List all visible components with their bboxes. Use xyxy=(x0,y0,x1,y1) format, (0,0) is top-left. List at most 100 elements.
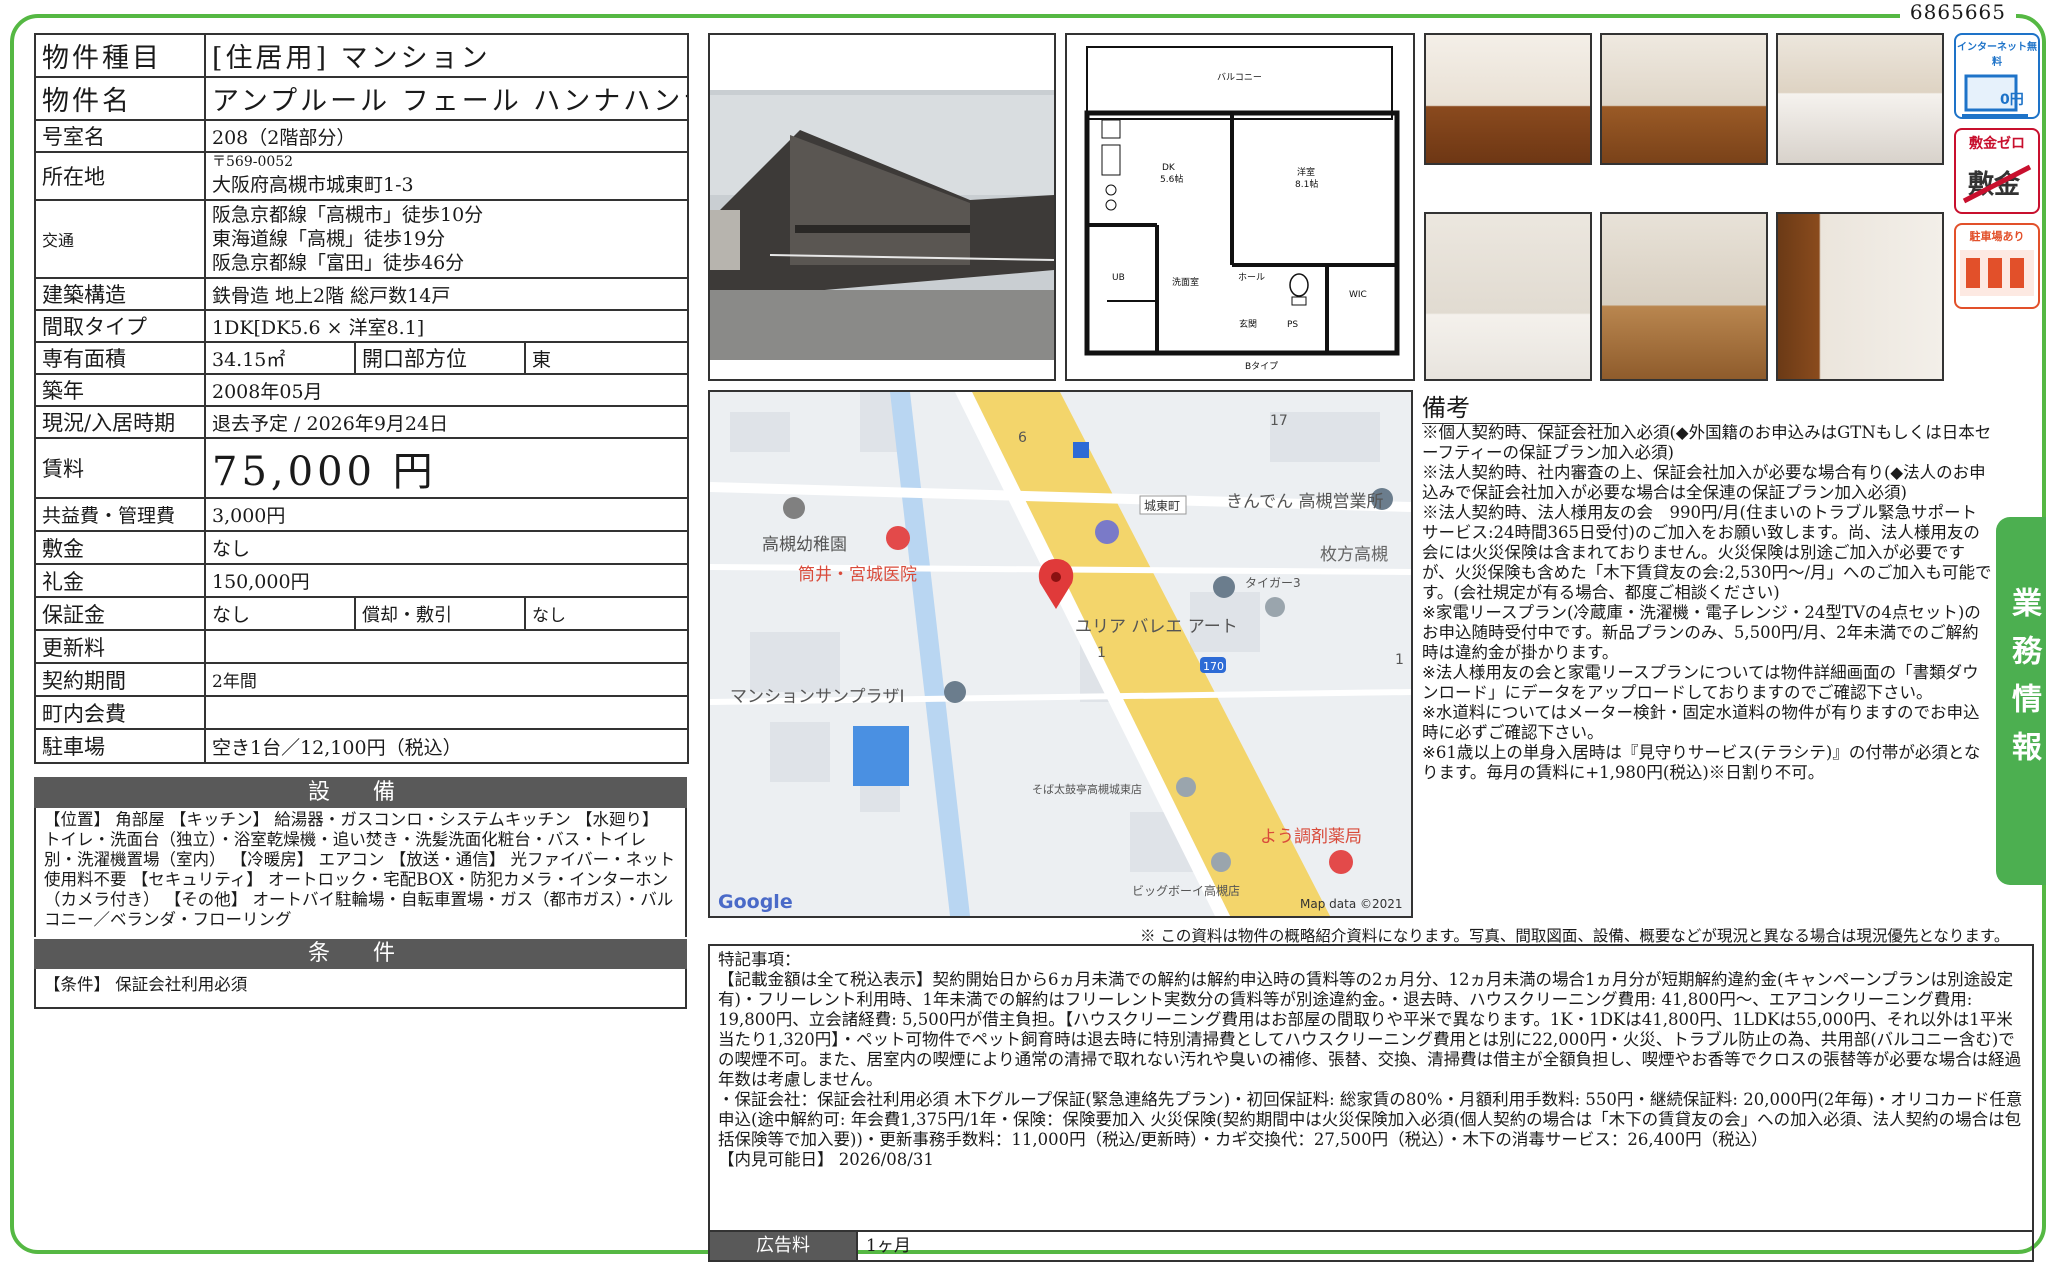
map-label: 17 xyxy=(1270,413,1288,429)
map-label: よう調剤薬局 xyxy=(1260,827,1362,847)
map-label: 1 xyxy=(1097,645,1106,661)
status-value: 退去予定 / 2026年9月24日 xyxy=(203,405,690,439)
zip-code: 〒569-0052 xyxy=(212,154,294,170)
fp-dk: DK xyxy=(1162,163,1176,173)
direction-value: 東 xyxy=(523,341,690,375)
remarks-title: 備考 xyxy=(1422,388,1612,424)
interior-photo-4 xyxy=(1424,212,1592,381)
parking-available-badge: 駐車場あり xyxy=(1954,223,2040,309)
deposit-zero-label: 敷金ゼロ xyxy=(1969,136,2025,152)
guarantee-value: なし xyxy=(204,596,356,631)
fee-value: 3,000円 xyxy=(203,497,690,532)
interior-photo-5 xyxy=(1600,212,1768,381)
ad-fee-row: 広告料 1ヶ月 xyxy=(708,1232,2034,1262)
map-label: 筒井・宮城医院 xyxy=(798,565,917,585)
traffic-line: 東海道線「高槻」徒歩19分 xyxy=(212,228,446,250)
amortization-label: 償却・敷引 xyxy=(354,596,526,631)
remarks-text: ※個人契約時、保証会社加入必須(◆外国籍のお申込みはGTNもしくは日本セーフティ… xyxy=(1422,423,1992,782)
status-label: 現況/入居時期 xyxy=(34,405,206,439)
traffic-line: 阪急京都線「高槻市」徒歩10分 xyxy=(212,204,484,226)
interior-photo-6 xyxy=(1776,212,1944,381)
facilities-text: 【位置】 角部屋 【キッチン】 給湯器・ガスコンロ・システムキッチン 【水廻り】… xyxy=(34,808,687,937)
ad-fee-label: 広告料 xyxy=(710,1232,856,1260)
built-label: 築年 xyxy=(34,373,206,407)
structure-label: 建築構造 xyxy=(34,277,206,311)
internet-badge-label: インターネット無料 xyxy=(1957,42,2037,68)
layout-label: 間取タイプ xyxy=(34,309,206,343)
map-label: 1 xyxy=(1395,652,1404,668)
map-label: ビッグボーイ高槻店 xyxy=(1132,883,1240,898)
internet-price: 0円 xyxy=(2000,92,2024,108)
document-id: 6865665 xyxy=(1899,0,2016,24)
interior-photo-1 xyxy=(1424,33,1592,165)
built-value: 2008年05月 xyxy=(203,373,690,407)
map-label: きんでん 高槻営業所 xyxy=(1226,492,1384,512)
term-value: 2年間 xyxy=(203,662,690,697)
structure-value: 鉄骨造 地上2階 総戸数14戸 xyxy=(203,277,690,311)
key-money-value: 150,000円 xyxy=(203,563,690,598)
rent-label: 賃料 xyxy=(34,437,206,499)
fp-ub: UB xyxy=(1112,273,1125,283)
layout-value: 1DK[DK5.6 × 洋室8.1] xyxy=(203,309,690,343)
type-value: [住居用] マンション xyxy=(203,33,690,78)
deposit-value: なし xyxy=(203,530,690,565)
map-label: 城東町 xyxy=(1144,499,1180,513)
map-google-logo: Google xyxy=(718,891,793,913)
map-label: タイガー3 xyxy=(1245,576,1301,590)
business-info-label: 業務情報 xyxy=(2006,587,2041,779)
traffic-label: 交通 xyxy=(34,199,206,279)
renewal-label: 更新料 xyxy=(34,629,206,664)
name-value: アンプルール フェール ハンナハンナ xyxy=(203,76,690,121)
fp-yoshitsu-size: 8.1帖 xyxy=(1295,178,1318,190)
key-money-label: 礼金 xyxy=(34,563,206,598)
parking-label: 駐車場 xyxy=(34,728,206,764)
address-label: 所在地 xyxy=(34,151,206,201)
address-value: 大阪府高槻市城東町1-3 xyxy=(212,174,414,196)
fp-dk-size: 5.6帖 xyxy=(1160,173,1183,185)
fp-hall: ホール xyxy=(1238,272,1265,283)
fp-ps: PS xyxy=(1287,320,1298,330)
map-label: そば太鼓亭高槻城東店 xyxy=(1032,782,1142,796)
internet-free-badge: インターネット無料 0円 xyxy=(1954,33,2040,119)
map-label: ユリア バレエ アート xyxy=(1075,617,1238,637)
map-route-number: 170 xyxy=(1203,660,1224,673)
map-label: 枚方高槻 xyxy=(1320,545,1388,565)
parking-badge-label: 駐車場あり xyxy=(1969,230,2025,243)
renewal-value xyxy=(203,629,690,664)
fp-type: Bタイプ xyxy=(1245,361,1278,372)
fp-yoshitsu: 洋室 xyxy=(1297,166,1315,178)
ad-fee-value: 1ヶ月 xyxy=(856,1232,911,1260)
floor-plan: バルコニー DK 5.6帖 洋室 8.1帖 ホール UB 洗面室 玄関 PS W… xyxy=(1065,33,1415,381)
area-label: 専有面積 xyxy=(34,341,206,375)
fee-label: 共益費・管理費 xyxy=(34,497,206,532)
deposit-label: 敷金 xyxy=(34,530,206,565)
interior-photo-2 xyxy=(1600,33,1768,165)
area-value: 34.15㎡ xyxy=(204,341,356,375)
special-notes-text: 【記載金額は全て税込表示】契約開始日から6ヵ月未満での解約は解約申込時の賃料等の… xyxy=(718,970,2023,1169)
room-value: 208（2階部分） xyxy=(203,119,690,153)
interior-photo-3 xyxy=(1776,33,1944,165)
direction-label: 開口部方位 xyxy=(354,341,526,375)
guarantee-label: 保証金 xyxy=(34,596,206,631)
map-label: マンションサンプラザⅠ xyxy=(730,687,905,707)
location-map[interactable]: 高槻幼稚園 筒井・宮城医院 きんでん 高槻営業所 城東町 枚方高槻 タイガー3 … xyxy=(708,390,1413,918)
business-info-tab[interactable]: 業務情報 xyxy=(1996,517,2046,885)
name-label: 物件名 xyxy=(34,76,206,121)
traffic-line: 阪急京都線「富田」徒歩46分 xyxy=(212,252,465,274)
conditions-text: 【条件】 保証会社利用必須 xyxy=(34,969,687,1009)
disclaimer-note: ※ この資料は物件の概略紹介資料になります。写真、間取図面、設備、概要などが現況… xyxy=(1140,927,2010,945)
parking-value: 空き1台／12,100円（税込） xyxy=(203,728,690,764)
town-fee-value xyxy=(203,695,690,730)
conditions-header: 条 件 xyxy=(34,939,687,969)
special-notes-box: 特記事項： 【記載金額は全て税込表示】契約開始日から6ヵ月未満での解約は解約申込… xyxy=(708,944,2034,1232)
map-attribution: Map data ©2021 xyxy=(1300,897,1403,911)
amortization-value: なし xyxy=(523,596,690,631)
term-label: 契約期間 xyxy=(34,662,206,697)
town-fee-label: 町内会費 xyxy=(34,695,206,730)
fp-wic: WIC xyxy=(1349,290,1367,300)
room-label: 号室名 xyxy=(34,119,206,153)
map-label: 高槻幼稚園 xyxy=(762,535,847,555)
special-notes-title: 特記事項： xyxy=(718,950,801,969)
exterior-photo xyxy=(708,33,1056,381)
rent-value: 75,000 円 xyxy=(203,437,690,499)
